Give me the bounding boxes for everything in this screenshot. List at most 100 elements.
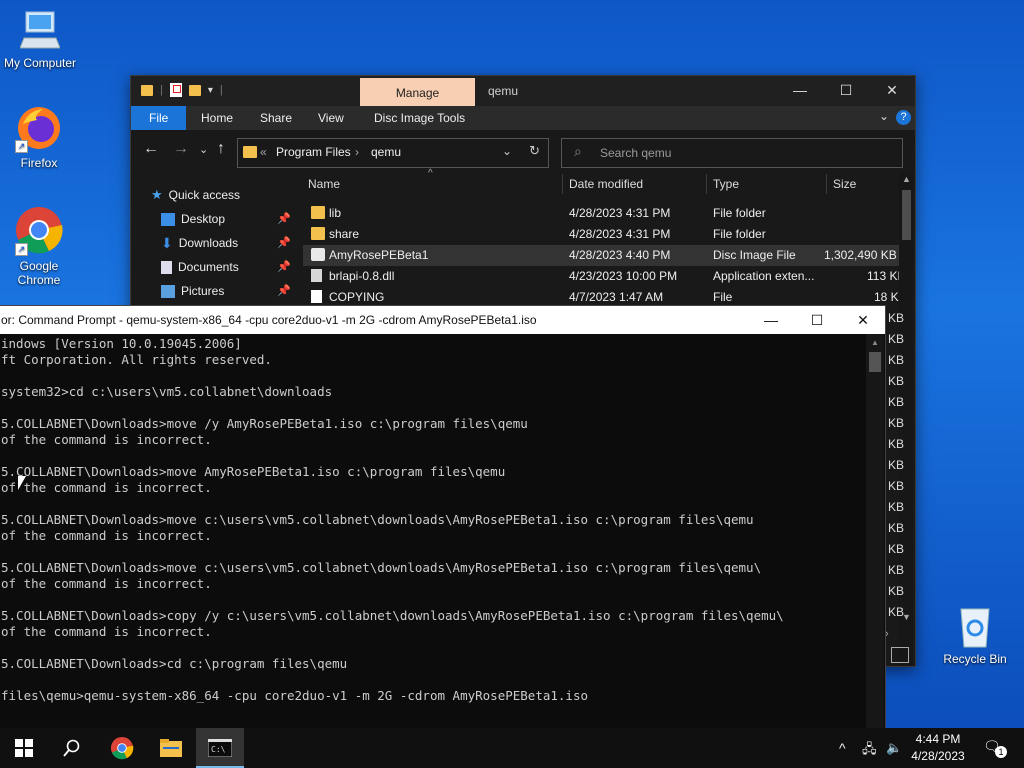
console-line: 5.COLLABNET\Downloads>cd c:\program file…: [1, 656, 348, 671]
cmd-scrollbar[interactable]: ▲: [866, 334, 884, 730]
file-row-brlapi[interactable]: brlapi-0.8.dll 4/23/2023 10:00 PM Applic…: [303, 266, 905, 287]
breadcrumb-program-files[interactable]: Program Files: [276, 145, 351, 159]
address-bar[interactable]: « Program Files › qemu ⌄ ↻: [237, 138, 549, 168]
minimize-button[interactable]: —: [777, 76, 823, 106]
desktop-icon-firefox[interactable]: ↗ Firefox: [0, 104, 79, 170]
clock-time: 4:44 PM: [915, 732, 961, 746]
nav-item-pictures[interactable]: Pictures 📌: [161, 280, 291, 302]
sort-ascending-icon: ^: [428, 168, 433, 179]
file-type: File: [713, 290, 733, 304]
address-dropdown-icon[interactable]: ⌄: [502, 144, 512, 158]
nav-item-downloads[interactable]: ⬇ Downloads 📌: [161, 232, 291, 254]
help-icon[interactable]: ?: [896, 110, 911, 125]
refresh-icon[interactable]: ↻: [529, 143, 540, 159]
file-date: 4/23/2023 10:00 PM: [569, 269, 678, 283]
file-name: lib: [329, 206, 342, 220]
maximize-button[interactable]: ☐: [823, 76, 869, 106]
column-name[interactable]: Name: [308, 172, 340, 196]
tab-share[interactable]: Share: [247, 106, 305, 130]
tab-view[interactable]: View: [305, 106, 357, 130]
back-icon[interactable]: ←: [143, 140, 159, 158]
tab-manage[interactable]: Manage: [360, 78, 475, 106]
search-input[interactable]: [598, 143, 892, 163]
explorer-titlebar[interactable]: | ▾ | Manage qemu — ☐ ✕: [131, 76, 915, 106]
close-button[interactable]: ✕: [869, 76, 915, 106]
dll-icon: [311, 269, 322, 282]
file-row-amyrosepebeta1[interactable]: AmyRosePEBeta1 4/28/2023 4:40 PM Disc Im…: [303, 245, 903, 266]
cmd-titlebar[interactable]: or: Command Prompt - qemu-system-x86_64 …: [0, 306, 885, 334]
column-size[interactable]: Size: [833, 172, 856, 196]
file-name: brlapi-0.8.dll: [329, 269, 395, 283]
search-button[interactable]: [48, 728, 96, 768]
scroll-up-icon[interactable]: ▲: [902, 174, 911, 184]
console-line: of the command is incorrect.: [1, 480, 212, 495]
file-icon: [311, 290, 322, 303]
tab-file[interactable]: File: [131, 106, 187, 130]
up-icon[interactable]: ↑: [217, 140, 225, 158]
clock[interactable]: 4:44 PM 4/28/2023: [910, 731, 966, 765]
nav-item-label: Quick access: [168, 188, 241, 202]
details-view-icon[interactable]: [891, 647, 909, 663]
folder-icon[interactable]: [141, 84, 153, 96]
size-fragment: KB: [888, 584, 905, 598]
notification-count: 1: [995, 746, 1007, 758]
expand-ribbon-icon[interactable]: ⌄: [879, 109, 889, 123]
ribbon-tabs: File Home Share View Disc Image Tools ⌄ …: [131, 106, 915, 130]
desktop-icon-my-computer[interactable]: My Computer: [0, 8, 80, 70]
file-type: Disc Image File: [713, 248, 796, 262]
command-prompt-window[interactable]: or: Command Prompt - qemu-system-x86_64 …: [0, 305, 886, 732]
cmd-window-title: or: Command Prompt - qemu-system-x86_64 …: [1, 313, 537, 327]
console-line: 5.COLLABNET\Downloads>move AmyRosePEBeta…: [1, 464, 506, 479]
console-line: system32>cd c:\users\vm5.collabnet\downl…: [1, 384, 333, 399]
desktop-icon-label: Recycle Bin: [943, 652, 1007, 666]
minimize-button[interactable]: —: [748, 309, 794, 331]
file-date: 4/28/2023 4:31 PM: [569, 206, 671, 220]
scroll-thumb[interactable]: [902, 190, 911, 240]
breadcrumb-qemu[interactable]: qemu: [371, 145, 401, 159]
volume-icon[interactable]: 🔈: [886, 740, 902, 756]
file-row-lib[interactable]: lib 4/28/2023 4:31 PM File folder: [303, 203, 903, 224]
file-explorer-taskbar-button[interactable]: [147, 728, 195, 768]
nav-item-label: Pictures: [181, 284, 225, 298]
console-output[interactable]: indows [Version 10.0.19045.2006] ft Corp…: [1, 336, 861, 726]
forward-icon[interactable]: →: [173, 140, 189, 158]
tab-home[interactable]: Home: [188, 106, 246, 130]
column-date-modified[interactable]: Date modified: [569, 172, 643, 196]
folder-icon: [160, 739, 182, 757]
scroll-up-icon[interactable]: ▲: [871, 338, 879, 347]
recent-locations-icon[interactable]: ⌄: [199, 143, 208, 156]
scroll-thumb[interactable]: [869, 352, 881, 372]
chevron-icon: «: [260, 145, 267, 159]
tab-disc-image-tools[interactable]: Disc Image Tools: [361, 106, 478, 130]
maximize-button[interactable]: ☐: [794, 309, 840, 331]
properties-icon[interactable]: [169, 83, 182, 97]
address-row: ← → ⌄ ↑ « Program Files › qemu ⌄ ↻ ⌕: [131, 130, 915, 170]
cmd-taskbar-button[interactable]: C:\: [196, 728, 244, 768]
close-button[interactable]: ✕: [840, 309, 886, 331]
new-folder-icon[interactable]: [188, 84, 201, 96]
search-icon: ⌕: [574, 143, 582, 159]
search-box[interactable]: ⌕: [561, 138, 903, 168]
quick-access-toolbar: | ▾ |: [141, 83, 223, 97]
notifications-button[interactable]: 🗨 1: [983, 738, 1007, 758]
chrome-taskbar-button[interactable]: [98, 728, 146, 768]
start-button[interactable]: [0, 728, 48, 768]
size-fragment: KB: [888, 458, 905, 472]
desktop-icon-chrome[interactable]: ↗ Google Chrome: [0, 205, 79, 287]
column-type[interactable]: Type: [713, 172, 739, 196]
size-fragment: KB: [888, 416, 905, 430]
svg-text:C:\: C:\: [211, 745, 226, 754]
console-line: files\qemu>qemu-system-x86_64 -cpu core2…: [1, 688, 588, 703]
nav-item-documents[interactable]: Documents 📌: [161, 256, 291, 278]
console-line: 5.COLLABNET\Downloads>move c:\users\vm5.…: [1, 512, 754, 527]
size-fragment: KB: [888, 521, 905, 535]
desktop-icon-recycle-bin[interactable]: Recycle Bin: [935, 603, 1015, 666]
file-name: AmyRosePEBeta1: [329, 248, 429, 262]
disc-image-icon: [311, 248, 325, 261]
nav-item-quick-access[interactable]: ★ Quick access: [151, 184, 240, 206]
file-row-share[interactable]: share 4/28/2023 4:31 PM File folder: [303, 224, 903, 245]
show-hidden-icons-icon[interactable]: ^: [839, 740, 846, 756]
customize-toolbar-icon[interactable]: ▾: [208, 85, 213, 96]
network-icon[interactable]: 🖧: [862, 740, 877, 762]
nav-item-desktop[interactable]: Desktop 📌: [161, 208, 291, 230]
